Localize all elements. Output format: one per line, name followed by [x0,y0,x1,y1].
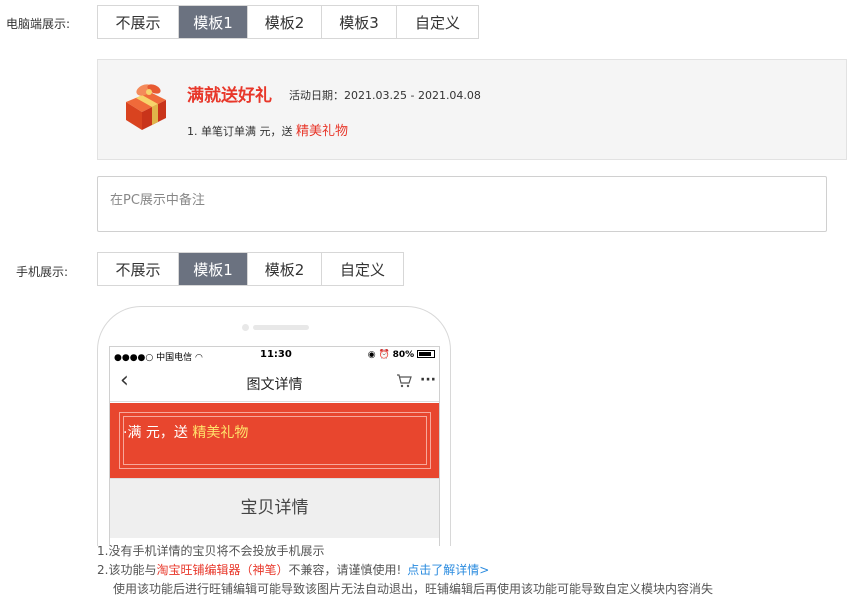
promo-rule-text: 1. 单笔订单满 元，送 [187,125,293,138]
pc-tab-template1[interactable]: 模板1 [179,6,248,38]
pc-tab-template3[interactable]: 模板3 [322,6,397,38]
phone-nav-title: 图文详情 [246,377,303,393]
promo-date: 活动日期：2021.03.25 - 2021.04.08 [289,89,481,102]
mobile-tab-template1[interactable]: 模板1 [179,253,248,285]
battery-icon [417,350,435,358]
carrier-text: ●●●●○ 中国电信 ◠ [114,353,203,363]
mobile-tab-none[interactable]: 不展示 [98,253,179,285]
mobile-tab-template2[interactable]: 模板2 [248,253,322,285]
phone-screen: ●●●●○ 中国电信 ◠ 11:30 ◉ ⏰ 80% ‹ 图文详情 ··· ·满… [109,346,440,546]
status-right: ◉ ⏰ 80% [368,350,435,360]
tip-line-3: 使用该功能后进行旺铺编辑可能导致该图片无法自动退出，旺铺编辑后再使用该功能可能导… [113,582,714,596]
promo-title: 满就送好礼 [187,86,272,106]
alarm-icon: ⏰ [378,350,390,360]
item-details-section: 宝贝详情 [110,478,439,538]
tips: 1.没有手机详情的宝贝将不会投放手机展示 2.该功能与淘宝旺铺编辑器（神笔）不兼… [97,542,713,599]
phone-speaker [253,325,309,330]
mobile-display-label: 手机展示: [16,265,69,279]
phone-camera [242,324,249,331]
phone-preview: ●●●●○ 中国电信 ◠ 11:30 ◉ ⏰ 80% ‹ 图文详情 ··· ·满… [97,306,451,546]
phone-nav-bar: ‹ 图文详情 ··· [110,364,439,402]
item-details-title: 宝贝详情 [240,498,309,518]
tip-line-1: 1.没有手机详情的宝贝将不会投放手机展示 [97,544,325,558]
gift-box-icon [126,84,166,130]
mobile-tab-custom[interactable]: 自定义 [322,253,403,285]
lock-rotation-icon: ◉ [367,350,376,360]
phone-status-bar: ●●●●○ 中国电信 ◠ 11:30 ◉ ⏰ 80% [110,347,439,364]
more-icon[interactable]: ··· [420,372,436,388]
pc-note-input[interactable] [97,176,827,232]
editor-name: 淘宝旺铺编辑器（神笔） [156,563,289,577]
learn-more-link[interactable]: 点击了解详情> [407,563,489,577]
pc-display-label: 电脑端展示: [6,17,71,31]
banner-highlight: 精美礼物 [192,425,249,441]
promo-banner: ·满 元，送 精美礼物 [110,403,439,478]
cart-icon[interactable] [396,374,412,388]
mobile-template-tabs: 不展示 模板1 模板2 自定义 [97,252,404,286]
promo-rule: 1. 单笔订单满 元，送 精美礼物 [187,120,348,139]
pc-tab-template2[interactable]: 模板2 [248,6,322,38]
pc-promo-preview: 满就送好礼 活动日期：2021.03.25 - 2021.04.08 1. 单笔… [97,59,847,160]
promo-rule-highlight: 精美礼物 [296,124,349,139]
tip-line-2: 2.该功能与淘宝旺铺编辑器（神笔）不兼容，请谨慎使用! 点击了解详情> [97,563,490,577]
pc-tab-custom[interactable]: 自定义 [397,6,478,38]
pc-tab-none[interactable]: 不展示 [98,6,179,38]
pc-template-tabs: 不展示 模板1 模板2 模板3 自定义 [97,5,479,39]
banner-text: ·满 元，送 精美礼物 [123,425,249,441]
status-time: 11:30 [260,349,292,360]
wifi-icon: ◠ [195,353,203,363]
